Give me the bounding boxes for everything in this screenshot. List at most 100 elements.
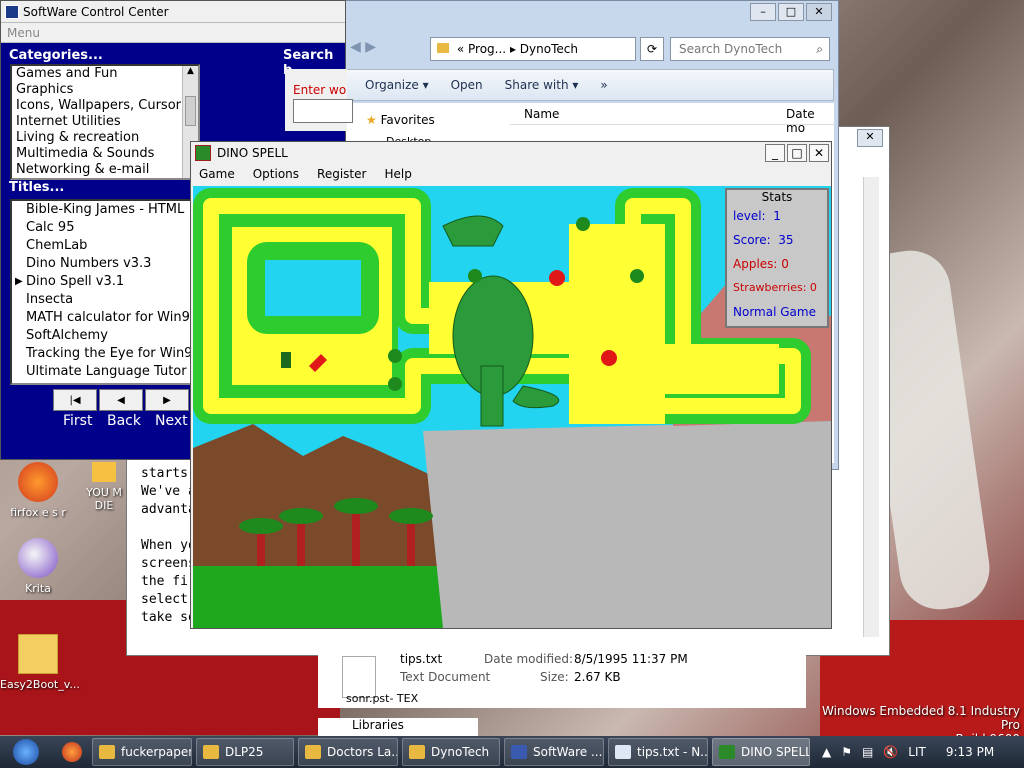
list-item[interactable]: Icons, Wallpapers, Cursor (12, 98, 198, 114)
desktop-icon-easy2boot[interactable]: Easy2Boot_v... (0, 634, 80, 691)
firefox-taskbar-button[interactable] (52, 742, 92, 762)
menu-game[interactable]: Game (199, 167, 235, 181)
apple-item (601, 350, 617, 366)
menu-options[interactable]: Options (253, 167, 299, 181)
address-bar[interactable]: « Prog... ▸ DynoTech (430, 37, 636, 61)
clock[interactable]: 9:13 PM (946, 745, 994, 759)
refresh-button[interactable]: ⟳ (640, 37, 664, 61)
menu-help[interactable]: Help (384, 167, 411, 181)
network-icon[interactable]: ▤ (862, 745, 873, 759)
first-button[interactable]: |◀ (53, 389, 97, 411)
back-forward-buttons[interactable]: ◀ ▶ (350, 39, 410, 59)
nav-favorites[interactable]: ★ Favorites (366, 113, 435, 127)
minimize-button[interactable]: _ (765, 144, 785, 162)
list-item-selected[interactable]: ▶ Dino Spell v3.1 (12, 273, 198, 291)
app-icon (92, 462, 116, 482)
search-input[interactable]: Search DynoTech ⌕ (670, 37, 830, 61)
column-date[interactable]: Date mo (786, 107, 834, 135)
organize-button[interactable]: Organize ▾ (365, 78, 429, 92)
task-software[interactable]: SoftWare ... (504, 738, 604, 766)
desktop-icon-you-die[interactable]: YOU M DIE (78, 462, 130, 512)
language-indicator[interactable]: LIT (908, 745, 926, 759)
task-notepad[interactable]: tips.txt - N... (608, 738, 708, 766)
task-doctors[interactable]: Doctors La... (298, 738, 398, 766)
flag-icon[interactable]: ⚑ (841, 745, 852, 759)
list-item[interactable]: Tracking the Eye for Win95 (12, 345, 198, 363)
search-input[interactable] (293, 99, 353, 123)
title-bar: DINO SPELL _ □ ✕ (191, 142, 831, 164)
search-icon: ⌕ (816, 42, 823, 56)
stats-heading: Stats (761, 190, 793, 204)
dino-spell-window[interactable]: DINO SPELL _ □ ✕ Game Options Register H… (190, 141, 832, 629)
firefox-icon (62, 742, 82, 762)
desktop-icon-label: Krita (25, 582, 51, 595)
list-item[interactable]: ChemLab (12, 237, 198, 255)
more-button[interactable]: » (600, 78, 607, 92)
breadcrumb-dynotech[interactable]: DynoTech (520, 42, 578, 56)
nav-libraries[interactable]: Libraries (318, 718, 478, 736)
categories-heading: Categories... (9, 48, 103, 63)
volume-muted-icon[interactable]: 🔇 (883, 745, 898, 759)
game-area[interactable]: Stats level: 1 Score: 35 Apples: 0 Straw… (193, 186, 831, 628)
list-item[interactable]: MATH calculator for Win95 (12, 309, 198, 327)
categories-list[interactable]: Games and Fun Graphics Icons, Wallpapers… (10, 64, 200, 180)
task-dino-spell[interactable]: DINO SPELL (712, 738, 810, 766)
share-with-button[interactable]: Share with ▾ (505, 78, 579, 92)
nav-sonpst[interactable]: sonr.pst- TEX (346, 692, 418, 705)
file-details-pane: tips.txt Text Document Date modified: 8/… (318, 648, 806, 708)
search-hint: Enter wo (293, 83, 347, 97)
strawberries-row: Strawberries: 0 (733, 281, 817, 294)
close-button[interactable]: ✕ (806, 3, 832, 21)
desktop-icon-label: YOU M DIE (86, 486, 122, 512)
scrollbar[interactable] (863, 177, 879, 637)
list-item[interactable]: SoftAlchemy (12, 327, 198, 345)
list-item[interactable]: Graphics (12, 82, 198, 98)
apple-item (549, 270, 565, 286)
scroll-thumb[interactable] (185, 96, 196, 126)
maximize-button[interactable]: □ (778, 3, 804, 21)
command-bar: Organize ▾ Open Share with ▾ » (346, 69, 834, 101)
list-item[interactable]: Dino Numbers v3.3 (12, 255, 198, 273)
strawberries-value: 0 (809, 281, 817, 294)
list-item[interactable]: Insecta (12, 291, 198, 309)
next-button[interactable]: ▶ (145, 389, 189, 411)
list-item[interactable]: Networking & e-mail (12, 162, 198, 178)
folder-icon (437, 43, 449, 53)
list-item[interactable]: Calc 95 (12, 219, 198, 237)
column-name[interactable]: Name (524, 107, 559, 121)
list-item[interactable]: Internet Utilities (12, 114, 198, 130)
list-item[interactable]: Bible-King James - HTML (12, 201, 198, 219)
menu-bar[interactable]: Menu (1, 23, 345, 43)
stats-panel: Stats level: 1 Score: 35 Apples: 0 Straw… (725, 188, 829, 328)
modified-label: Date modified: (484, 652, 574, 666)
breadcrumb-programs[interactable]: Prog... (468, 42, 506, 56)
scroll-up-icon[interactable]: ▲ (183, 66, 198, 76)
titles-list[interactable]: Bible-King James - HTML Calc 95 ChemLab … (10, 199, 200, 385)
minimize-button[interactable]: – (750, 3, 776, 21)
menu-register[interactable]: Register (317, 167, 366, 181)
window-title: DINO SPELL (217, 146, 288, 160)
list-item[interactable]: Living & recreation (12, 130, 198, 146)
notepad-text[interactable]: starts We've a advanta When yo screens t… (141, 465, 196, 627)
back-label: Back (107, 413, 141, 429)
desktop-icon-firefox[interactable]: firfox e s r (0, 462, 76, 519)
close-button[interactable]: ✕ (857, 129, 883, 147)
start-button[interactable] (0, 736, 52, 768)
maximize-button[interactable]: □ (787, 144, 807, 162)
list-item[interactable]: Games and Fun (12, 66, 198, 82)
folder-icon (305, 745, 321, 759)
back-button[interactable]: ◀ (99, 389, 143, 411)
task-fuckerpaper[interactable]: fuckerpaper (92, 738, 192, 766)
system-tray: ▲ ⚑ ▤ 🔇 LIT 9:13 PM (822, 745, 994, 759)
list-item[interactable]: Multimedia & Sounds (12, 146, 198, 162)
open-button[interactable]: Open (451, 78, 483, 92)
chevron-up-icon[interactable]: ▲ (822, 745, 831, 759)
task-dlp25[interactable]: DLP25 (196, 738, 294, 766)
desktop-icon-krita[interactable]: Krita (0, 538, 76, 595)
close-button[interactable]: ✕ (809, 144, 829, 162)
taskbar: fuckerpaper DLP25 Doctors La... DynoTech… (0, 736, 1024, 768)
task-dynotech[interactable]: DynoTech (402, 738, 500, 766)
list-item[interactable]: Ultimate Language Tutor (12, 363, 198, 381)
first-label: First (63, 413, 93, 429)
menu-item[interactable]: Menu (7, 26, 40, 40)
